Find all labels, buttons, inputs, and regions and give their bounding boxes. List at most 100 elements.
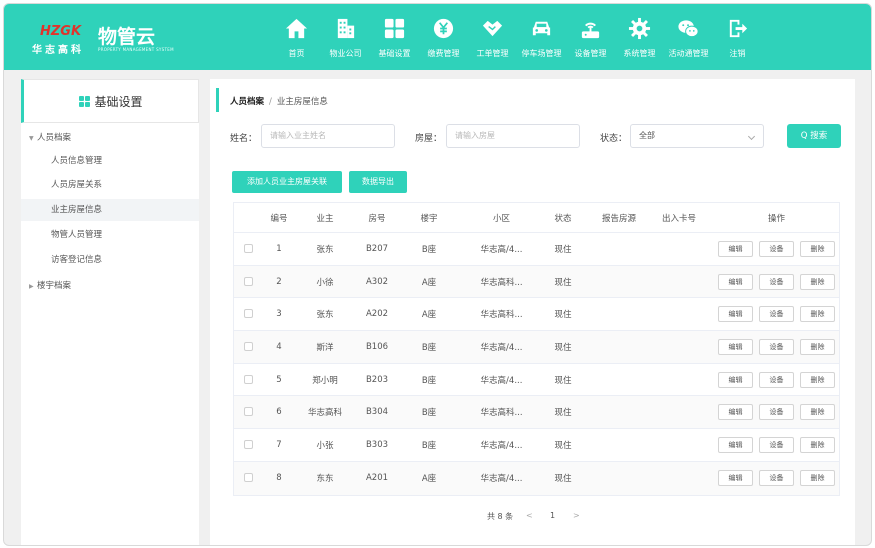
sidebar-group-building[interactable]: ▶ 楼宇档案 [29,279,71,291]
pagination-next[interactable]: > [573,511,580,520]
nav-label: 停车场管理 [521,49,562,58]
sidebar-group-label: 楼宇档案 [37,281,72,291]
cell-id: 1 [276,243,282,254]
nav-work-order[interactable]: 工单管理 [468,4,517,70]
delete-button[interactable]: 删除 [800,273,835,290]
row-checkbox[interactable] [244,276,253,286]
row-checkbox[interactable] [244,309,253,319]
sidebar-title: 基础设置 [21,79,199,123]
device-button[interactable]: 设备 [759,371,794,388]
room-filter-input[interactable]: 请输入房屋 [446,124,580,148]
nav-logout[interactable]: 注销 [713,4,762,70]
edit-button[interactable]: 编辑 [718,273,753,290]
grid-icon [384,18,405,39]
cell-building: A座 [421,474,437,485]
cell-owner: 小徐 [316,277,334,288]
table-body: 1 张东 B207 B座 华志高/4... 现住 编辑 设备 删除 2 小徐 A302 A座 华志高科..… [234,233,839,495]
brand-logo: HZGK 华志高科 物管云 PROPERTY MANAGEMENT SYSTEM [32,22,174,58]
row-checkbox[interactable] [244,341,253,351]
add-owner-house-button[interactable]: 添加人员业主房屋关联 [232,171,342,193]
delete-button[interactable]: 删除 [800,240,835,257]
device-button[interactable]: 设备 [759,404,794,421]
nav-payment[interactable]: 缴费管理 [419,4,468,70]
sidebar-item-visitor[interactable]: 访客登记信息 [21,249,199,271]
cell-community: 华志高/4... [480,440,523,451]
cell-status: 现住 [554,277,572,288]
cell-community: 华志高/4... [480,375,523,386]
cell-id: 8 [276,473,282,484]
cell-owner: 东东 [316,474,334,485]
edit-button[interactable]: 编辑 [718,240,753,257]
name-filter-input[interactable]: 请输入业主姓名 [261,124,395,148]
row-checkbox[interactable] [244,473,253,483]
breadcrumb-separator: / [269,97,272,107]
sidebar-item-person-house[interactable]: 人员房屋关系 [21,174,199,196]
status-filter-select[interactable]: 全部 [630,124,764,148]
edit-button[interactable]: 编辑 [718,436,753,453]
edit-button[interactable]: 编辑 [718,306,753,323]
device-button[interactable]: 设备 [759,240,794,257]
sidebar-title-text: 基础设置 [94,94,143,109]
cell-owner: 郑小明 [312,375,338,386]
edit-button[interactable]: 编辑 [718,371,753,388]
top-nav: 首页 物业公司 基础设置 缴费管理 工单管理 停车场管理 设备管理 系统管理 活… [272,4,762,70]
gear-icon [628,17,651,40]
row-checkbox[interactable] [244,407,253,417]
delete-button[interactable]: 删除 [800,436,835,453]
nav-activity[interactable]: 活动通管理 [664,4,713,70]
handshake-icon [482,20,503,37]
cell-id: 2 [276,276,282,287]
nav-device[interactable]: 设备管理 [566,4,615,70]
nav-property-company[interactable]: 物业公司 [321,4,370,70]
table-header: 编号 业主 房号 楼宇 小区 状态 报告房源 出入卡号 操作 [234,203,839,233]
breadcrumb: 人员档案 / 业主房屋信息 [230,95,328,107]
breadcrumb-root[interactable]: 人员档案 [230,97,264,107]
cell-room: B203 [365,374,389,385]
cell-status: 现住 [554,474,572,485]
export-data-button[interactable]: 数据导出 [349,171,407,193]
yen-icon [433,18,454,39]
table-row: 3 张东 A202 A座 华志高科... 现住 编辑 设备 删除 [234,298,839,332]
edit-button[interactable]: 编辑 [718,404,753,421]
nav-label: 设备管理 [574,49,607,58]
device-button[interactable]: 设备 [759,273,794,290]
chevron-down-icon [747,132,756,141]
cell-owner: 华志高科 [307,408,342,419]
cell-owner: 小张 [316,440,334,451]
cell-building: B座 [421,244,437,255]
sidebar-item-staff[interactable]: 物管人员管理 [21,224,199,246]
pagination: 共 8 条 < 1 > [210,511,855,523]
car-icon [532,21,551,36]
nav-home[interactable]: 首页 [272,4,321,70]
sidebar-item-owner-house[interactable]: 业主房屋信息 [21,199,199,221]
row-checkbox[interactable] [244,439,253,449]
edit-button[interactable]: 编辑 [718,470,753,487]
sidebar-group-people[interactable]: ▼ 人员档案 [29,131,71,143]
delete-button[interactable]: 删除 [800,306,835,323]
table-row: 5 郑小明 B203 B座 华志高/4... 现住 编辑 设备 删除 [234,364,839,397]
edit-button[interactable]: 编辑 [718,338,753,355]
device-button[interactable]: 设备 [759,306,794,323]
sidebar-item-person-info[interactable]: 人员信息管理 [21,150,199,172]
delete-button[interactable]: 删除 [800,338,835,355]
delete-button[interactable]: 删除 [800,371,835,388]
device-button[interactable]: 设备 [759,338,794,355]
cell-id: 3 [276,309,282,320]
nav-parking[interactable]: 停车场管理 [517,4,566,70]
cell-status: 现住 [554,310,572,321]
cell-id: 4 [276,341,282,352]
delete-button[interactable]: 删除 [800,404,835,421]
col-owner: 业主 [316,213,334,224]
pagination-page[interactable]: 1 [550,511,555,520]
delete-button[interactable]: 删除 [800,470,835,487]
nav-system[interactable]: 系统管理 [615,4,664,70]
device-button[interactable]: 设备 [759,470,794,487]
row-checkbox[interactable] [244,243,253,253]
row-checkbox[interactable] [244,374,253,384]
nav-basic-settings[interactable]: 基础设置 [370,4,419,70]
pagination-prev[interactable]: < [526,511,533,520]
table-row: 8 东东 A201 A座 华志高/4... 现住 编辑 设备 删除 [234,461,839,495]
search-button[interactable]: Q 搜索 [787,124,841,148]
sidebar: 基础设置 ▼ 人员档案 人员信息管理 人员房屋关系 业主房屋信息 物管人员管理 访… [21,79,199,545]
device-button[interactable]: 设备 [759,436,794,453]
